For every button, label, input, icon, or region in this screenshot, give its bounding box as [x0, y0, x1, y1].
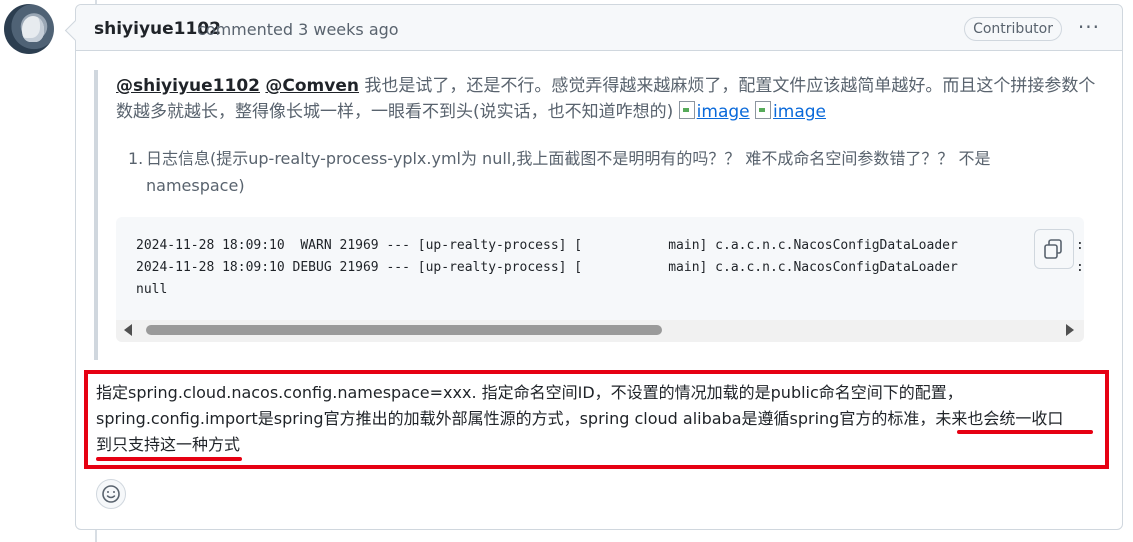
red-underline [96, 457, 242, 461]
image-link[interactable]: image [755, 101, 826, 122]
highlighted-answer: 指定spring.cloud.nacos.config.namespace=xx… [96, 380, 1106, 458]
quote-text: 我也是试了，还是不行。感觉弄得越来越麻烦了，配置文件应该越简单越好。而且这个拼接… [116, 76, 1096, 122]
contributor-badge: Contributor [964, 17, 1062, 41]
smiley-icon [102, 485, 120, 503]
scrollbar-thumb[interactable] [146, 325, 662, 335]
comment-timestamp[interactable]: commented 3 weeks ago [197, 20, 399, 39]
scroll-right-arrow-icon[interactable] [1066, 324, 1074, 336]
answer-line: spring.config.import是spring官方推出的加载外部属性源的… [96, 409, 1064, 428]
code-line: null [136, 282, 168, 297]
broken-image-icon [755, 101, 772, 119]
broken-image-icon [678, 101, 695, 119]
mention-link[interactable]: @Comven [265, 76, 359, 96]
more-options-icon[interactable]: ··· [1078, 15, 1100, 39]
code-block: 2024-11-28 18:09:10 WARN 21969 --- [up-r… [116, 217, 1084, 342]
red-underline [957, 430, 1093, 434]
comment-header: shiyiyue1102 commented 3 weeks ago Contr… [76, 5, 1122, 51]
blockquote: @shiyiyue1102 @Comven 我也是试了，还是不行。感觉弄得越来越… [116, 73, 1101, 125]
copy-icon [1044, 239, 1062, 259]
blockquote-bar [94, 70, 98, 360]
answer-line: 指定spring.cloud.nacos.config.namespace=xx… [96, 383, 963, 402]
mention-link[interactable]: @shiyiyue1102 [116, 76, 260, 96]
image-link[interactable]: image [678, 101, 750, 122]
avatar[interactable] [4, 4, 54, 54]
add-reaction-button[interactable] [96, 479, 126, 509]
copy-button[interactable] [1034, 229, 1074, 269]
answer-line: 到只支持这一种方式 [96, 435, 241, 454]
scroll-left-arrow-icon[interactable] [124, 324, 132, 336]
list-number: 1. [128, 149, 144, 168]
code-line: 2024-11-28 18:09:10 DEBUG 21969 --- [up-… [136, 260, 958, 275]
list-text: 日志信息(提示up-realty-process-yplx.yml为 null,… [146, 149, 991, 195]
code-line: 2024-11-28 18:09:10 WARN 21969 --- [up-r… [136, 238, 958, 253]
code-overflow-char: : [1076, 238, 1084, 253]
code-overflow-char: : [1076, 260, 1084, 275]
